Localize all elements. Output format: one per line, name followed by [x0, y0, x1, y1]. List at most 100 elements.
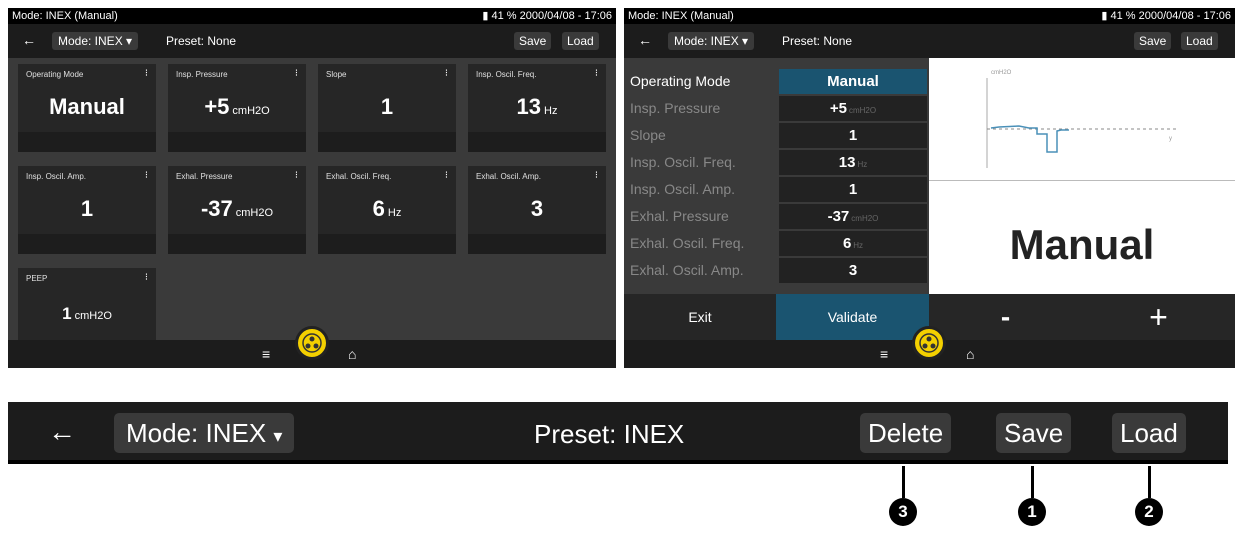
card-value: 3 [530, 196, 544, 221]
zoomed-toolbar: ← Mode: INEX ▾ Preset: INEX Delete Save … [8, 402, 1228, 464]
status-bar: Mode: INEX (Manual) ▮ 41 % 2000/04/08 - … [624, 8, 1235, 24]
datetime: 2000/04/08 - 17:06 [1138, 10, 1231, 22]
card-value: -37 cmH2O [200, 196, 274, 221]
decrement-button[interactable]: - [929, 294, 1082, 340]
card-operating-mode[interactable]: Operating Mode ⁝ Manual [18, 64, 156, 152]
card-exhal-oscil-freq[interactable]: Exhal. Oscil. Freq. ⁝ 6 Hz [318, 166, 456, 254]
right-device-screen: Mode: INEX (Manual) ▮ 41 % 2000/04/08 - … [624, 8, 1235, 368]
save-button[interactable]: Save [514, 32, 552, 50]
kebab-menu-icon[interactable]: ⁝ [595, 170, 598, 181]
card-insp-pressure[interactable]: Insp. Pressure ⁝ +5 cmH2O [168, 64, 306, 152]
validate-button[interactable]: Validate [776, 294, 929, 340]
selected-value: Manual [1009, 221, 1155, 268]
preset-label: Preset: None [166, 34, 237, 48]
list-item-insp-oscil-amp[interactable]: Insp. Oscil. Amp. 1 [624, 176, 929, 203]
mode-dropdown[interactable]: Mode: INEX ▾ [52, 32, 139, 50]
card-value: Manual [49, 94, 125, 119]
pressure-waveform: y [986, 78, 1179, 168]
back-arrow-icon[interactable]: ← [22, 32, 36, 48]
battery-icon: ▮ [482, 10, 489, 22]
kebab-menu-icon[interactable]: ⁝ [295, 68, 298, 79]
mode-dropdown[interactable]: Mode: INEX ▾ [114, 413, 295, 453]
list-value: 3 [779, 258, 927, 283]
increment-button[interactable]: + [1082, 294, 1235, 340]
load-button[interactable]: Load [562, 32, 599, 50]
save-button[interactable]: Save [996, 413, 1072, 453]
list-item-insp-pressure[interactable]: Insp. Pressure +5 cmH2O [624, 95, 929, 122]
card-exhal-oscil-amp[interactable]: Exhal. Oscil. Amp. ⁝ 3 [468, 166, 606, 254]
card-title: Exhal. Oscil. Freq. [326, 172, 392, 181]
load-button[interactable]: Load [1181, 32, 1218, 50]
bottom-nav: ≡ ⌂ [8, 326, 616, 368]
kebab-menu-icon[interactable]: ⁝ [445, 68, 448, 79]
save-button[interactable]: Save [1134, 32, 1172, 50]
card-insp-oscil-amp[interactable]: Insp. Oscil. Amp. ⁝ 1 [18, 166, 156, 254]
list-item-insp-oscil-freq[interactable]: Insp. Oscil. Freq. 13 Hz [624, 149, 929, 176]
status-right: ▮ 41 % 2000/04/08 - 17:06 [1101, 8, 1231, 24]
toolbar: ← Mode: INEX ▾ Preset: None Save Load [8, 24, 616, 58]
pressure-graph: cmH2O y [929, 58, 1235, 180]
list-value: +5 cmH2O [779, 96, 927, 121]
list-item-operating-mode[interactable]: Operating Mode Manual [624, 68, 929, 95]
card-slope[interactable]: Slope ⁝ 1 [318, 64, 456, 152]
mode-dropdown[interactable]: Mode: INEX ▾ [668, 32, 755, 50]
kebab-menu-icon[interactable]: ⁝ [295, 170, 298, 181]
home-icon[interactable]: ⌂ [966, 346, 974, 362]
callout-line [902, 466, 905, 498]
card-title: PEEP [26, 274, 48, 283]
kebab-menu-icon[interactable]: ⁝ [145, 170, 148, 181]
datetime: 2000/04/08 - 17:06 [519, 10, 612, 22]
list-item-exhal-oscil-amp[interactable]: Exhal. Oscil. Amp. 3 [624, 257, 929, 284]
card-title: Insp. Oscil. Freq. [476, 70, 537, 79]
list-label: Exhal. Pressure [630, 208, 729, 224]
card-value: 13 Hz [516, 94, 558, 119]
list-value: 6 Hz [779, 231, 927, 256]
card-value: 1 [80, 196, 94, 221]
callout-badge-delete: 3 [889, 498, 917, 526]
kebab-menu-icon[interactable]: ⁝ [445, 170, 448, 181]
back-arrow-icon[interactable]: ← [638, 32, 652, 48]
card-peep[interactable]: PEEP ⁝ 1 cmH2O [18, 268, 156, 342]
logo-icon[interactable] [295, 326, 329, 360]
card-unit: cmH2O [74, 310, 112, 322]
card-exhal-pressure[interactable]: Exhal. Pressure ⁝ -37 cmH2O [168, 166, 306, 254]
card-unit: Hz [387, 207, 402, 219]
chevron-down-icon: ▾ [273, 426, 283, 446]
mode-label: Mode: INEX [58, 34, 123, 48]
chevron-down-icon: ▾ [742, 34, 749, 48]
list-item-slope[interactable]: Slope 1 [624, 122, 929, 149]
callout-line [1148, 466, 1151, 498]
list-item-exhal-pressure[interactable]: Exhal. Pressure -37 cmH2O [624, 203, 929, 230]
kebab-menu-icon[interactable]: ⁝ [145, 68, 148, 79]
list-label: Operating Mode [630, 73, 731, 89]
status-bar: Mode: INEX (Manual) ▮ 41 % 2000/04/08 - … [8, 8, 616, 24]
kebab-menu-icon[interactable]: ⁝ [595, 68, 598, 79]
bottom-nav: ≡ ⌂ [624, 326, 1235, 368]
callout-badge-load: 2 [1135, 498, 1163, 526]
logo-icon[interactable] [912, 326, 946, 360]
menu-icon[interactable]: ≡ [262, 346, 270, 362]
back-arrow-icon[interactable]: ← [48, 416, 76, 448]
card-insp-oscil-freq[interactable]: Insp. Oscil. Freq. ⁝ 13 Hz [468, 64, 606, 152]
callout-line [1031, 466, 1034, 498]
preset-label: Preset: INEX [534, 419, 685, 449]
card-unit: cmH2O [232, 105, 270, 117]
list-label: Insp. Pressure [630, 100, 721, 116]
card-value: +5 cmH2O [204, 94, 270, 119]
battery-level: 41 % [1110, 10, 1136, 22]
home-icon[interactable]: ⌂ [348, 346, 356, 362]
mode-label: Mode: INEX [674, 34, 739, 48]
chevron-down-icon: ▾ [126, 34, 133, 48]
preset-label: Preset: None [782, 34, 853, 48]
list-label: Slope [630, 127, 666, 143]
list-item-exhal-oscil-freq[interactable]: Exhal. Oscil. Freq. 6 Hz [624, 230, 929, 257]
exit-button[interactable]: Exit [624, 294, 776, 340]
kebab-menu-icon[interactable]: ⁝ [145, 272, 148, 283]
list-value: 1 [779, 177, 927, 202]
load-button[interactable]: Load [1112, 413, 1186, 453]
menu-icon[interactable]: ≡ [880, 346, 888, 362]
list-label: Insp. Oscil. Amp. [630, 181, 736, 197]
card-title: Operating Mode [26, 70, 84, 79]
delete-button[interactable]: Delete [860, 413, 952, 453]
list-label: Exhal. Oscil. Freq. [630, 235, 745, 251]
